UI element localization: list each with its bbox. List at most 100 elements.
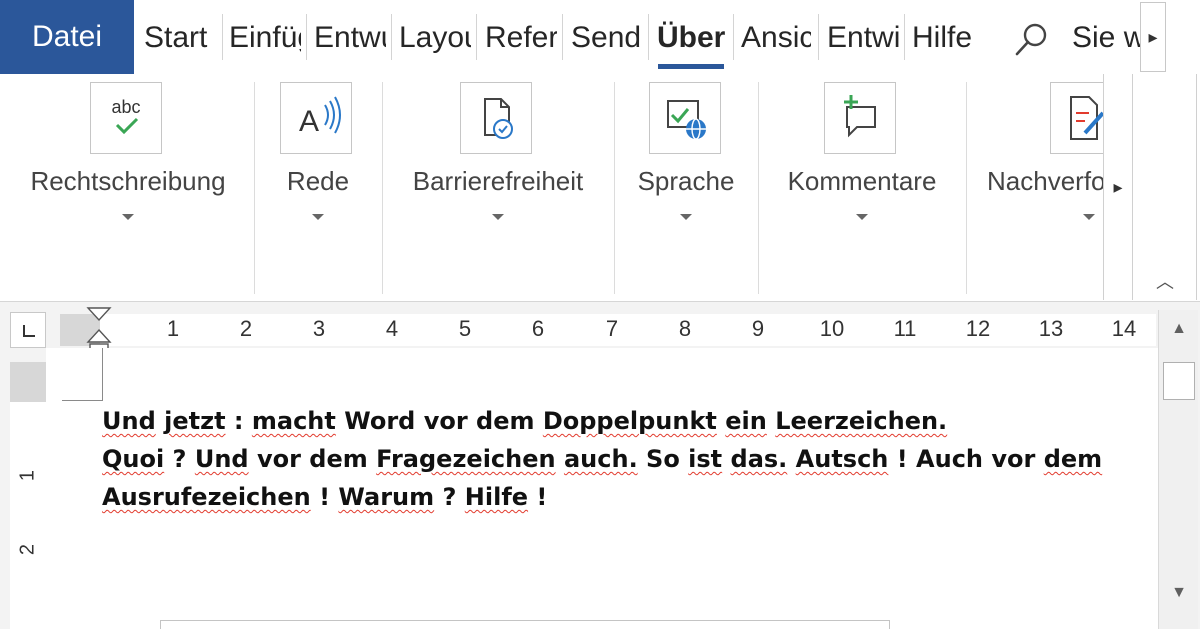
tab-view[interactable]: Ansicht	[741, 0, 811, 74]
spelling-error-word: Leerzeichen.	[775, 407, 948, 435]
spelling-error-word: macht	[251, 407, 336, 435]
ribbon-review: abc Rechtschreibung A Rede Barrierefreih…	[0, 74, 1200, 302]
group-separator	[758, 82, 759, 294]
text-run: :	[225, 407, 252, 435]
tab-insert[interactable]: Einfügen	[229, 0, 301, 74]
document-page[interactable]: Und jetzt : macht Word vor dem Doppelpun…	[46, 348, 1158, 629]
text-run: ?	[164, 445, 195, 473]
tab-start[interactable]: Start	[144, 0, 218, 74]
ruler-number: 12	[965, 316, 991, 341]
text-run: So	[637, 445, 689, 473]
spelling-error-word: das.	[730, 445, 788, 473]
chevron-down-icon	[312, 214, 324, 220]
ruler-number: 8	[678, 316, 692, 341]
spelling-error-word: ein	[725, 407, 767, 435]
document-line[interactable]: Quoi ? Und vor dem Fragezeichen auch. So…	[102, 440, 1142, 478]
tab-selector-button[interactable]	[10, 312, 46, 348]
vertical-ruler[interactable]: 1 2	[10, 362, 46, 629]
tab-separator	[904, 14, 905, 60]
spelling-error-word: Und	[194, 445, 249, 473]
tracking-label: Nachverfolgung	[987, 166, 1103, 196]
tab-layout[interactable]: Layout	[399, 0, 471, 74]
group-separator	[382, 82, 383, 294]
letter-a-glyph: A	[299, 105, 319, 138]
tab-separator	[222, 14, 223, 60]
tab-file[interactable]: Datei	[0, 0, 134, 74]
text-run: !	[310, 483, 339, 511]
accessibility-icon	[460, 82, 532, 154]
spelling-error-word: jetzt	[164, 407, 226, 435]
ribbon-group-tracking[interactable]: Nachverfolgung	[974, 74, 1103, 300]
text-run: ! Auch vor	[888, 445, 1044, 473]
vertical-scrollbar[interactable]: ▲ ▼	[1158, 310, 1198, 629]
text-run	[156, 407, 164, 435]
spelling-label: Rechtschreibung	[30, 166, 226, 196]
crop-mark	[62, 400, 102, 401]
document-line[interactable]: Und jetzt : macht Word vor dem Doppelpun…	[102, 402, 1142, 440]
ruler-number: 1	[166, 316, 180, 341]
scroll-down-button[interactable]: ▼	[1159, 578, 1199, 608]
ruler-number: 11	[893, 316, 917, 341]
text-run	[767, 407, 775, 435]
lightbulb-search-icon[interactable]	[1012, 20, 1052, 60]
spelling-error-word: Warum	[338, 483, 435, 511]
chevron-right-icon: ▸	[1113, 177, 1123, 197]
group-separator	[614, 82, 615, 294]
spelling-error-word: Ausrufezeichen	[102, 483, 311, 511]
ribbon-border	[1196, 74, 1197, 300]
ruler-number: 4	[385, 316, 399, 341]
language-icon	[649, 82, 721, 154]
tab-mailings[interactable]: Sendungen	[571, 0, 643, 74]
track-changes-icon	[1050, 82, 1103, 154]
text-run: Word vor dem	[335, 407, 543, 435]
new-comment-icon	[824, 82, 896, 154]
scroll-thumb[interactable]	[1163, 362, 1195, 400]
ribbon-scroll-right-button[interactable]: ▸	[1103, 74, 1133, 300]
chevron-down-icon	[680, 214, 692, 220]
tab-references[interactable]: Referenzen	[485, 0, 557, 74]
speech-label: Rede	[286, 166, 350, 196]
horizontal-ruler[interactable]: 1 2 3 4 5 6 7 8 9 10 11 12 13 14	[60, 314, 1156, 346]
spelling-error-word: Quoi	[102, 445, 165, 473]
ribbon-group-language[interactable]: Sprache	[622, 74, 750, 300]
spelling-error-word: Autsch	[795, 445, 889, 473]
arrow-up-icon: ▲	[1171, 320, 1187, 337]
ruler-number: 14	[1111, 316, 1137, 341]
ribbon-group-comments[interactable]: Kommentare	[766, 74, 958, 300]
text-run	[717, 407, 725, 435]
read-aloud-icon: A	[280, 82, 352, 154]
spelling-error-word: auch.	[563, 445, 638, 473]
ruler-number: 3	[312, 316, 326, 341]
text-run: ?	[434, 483, 465, 511]
comments-label: Kommentare	[787, 166, 937, 196]
ruler-number: 10	[819, 316, 845, 341]
text-run	[787, 445, 795, 473]
chevron-down-icon	[492, 214, 504, 220]
spelling-error-word: Hilfe	[464, 483, 529, 511]
tab-separator	[648, 14, 649, 60]
tab-help[interactable]: Hilfe	[912, 0, 982, 74]
tab-developer[interactable]: Entwicklertools	[827, 0, 899, 74]
scroll-up-button[interactable]: ▲	[1159, 314, 1199, 344]
group-separator	[966, 82, 967, 294]
group-separator	[254, 82, 255, 294]
ribbon-group-spelling[interactable]: abc Rechtschreibung	[10, 74, 246, 300]
horizontal-scrollbar[interactable]	[160, 620, 890, 629]
collapse-ribbon-button[interactable]: ︿	[1150, 270, 1180, 294]
ruler-number: 6	[531, 316, 545, 341]
ruler-number: 2	[239, 316, 253, 341]
arrow-down-icon: ▼	[1171, 584, 1187, 601]
document-body[interactable]: Und jetzt : macht Word vor dem Doppelpun…	[102, 402, 1142, 516]
ribbon-group-accessibility[interactable]: Barrierefreiheit	[390, 74, 606, 300]
tab-separator	[306, 14, 307, 60]
tell-me-search[interactable]: Sie wünschen...	[1072, 0, 1140, 74]
ribbon-group-speech[interactable]: A Rede	[262, 74, 374, 300]
document-line[interactable]: Ausrufezeichen ! Warum ? Hilfe !	[102, 478, 1142, 516]
active-tab-indicator	[658, 64, 724, 69]
tab-review[interactable]: Überprüfen	[657, 0, 727, 74]
tab-design[interactable]: Entwurf	[314, 0, 386, 74]
chevron-right-icon: ▸	[1148, 27, 1158, 47]
tabs-scroll-right-button[interactable]: ▸	[1140, 2, 1166, 72]
crop-mark	[102, 348, 103, 401]
chevron-up-icon: ︿	[1156, 272, 1174, 292]
